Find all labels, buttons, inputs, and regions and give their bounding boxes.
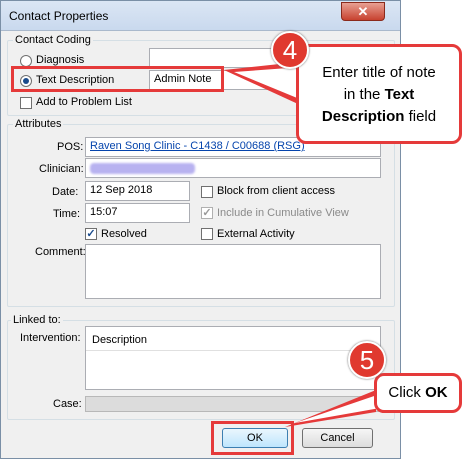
intervention-list[interactable]: Description xyxy=(85,326,381,390)
clinician-field[interactable] xyxy=(85,158,381,178)
block-client-access-checkbox[interactable] xyxy=(201,186,213,198)
callout-4-text-2: in the xyxy=(343,86,385,103)
attributes-label: Attributes xyxy=(13,118,64,130)
date-label: Date: xyxy=(52,186,79,198)
description-column-label: Description xyxy=(92,334,148,346)
text-description-highlight xyxy=(11,66,224,92)
ok-button-highlight xyxy=(211,421,294,455)
intervention-column-header[interactable]: Description xyxy=(86,327,380,351)
clinician-redacted xyxy=(90,163,195,174)
callout-5-box: Click OK xyxy=(374,373,462,413)
title-bar: Contact Properties ✕ xyxy=(1,1,400,31)
external-activity-label: External Activity xyxy=(217,228,295,240)
callout-4-number: 4 xyxy=(271,31,309,69)
resolved-label: Resolved xyxy=(101,228,147,240)
clinician-label: Clinician: xyxy=(39,163,84,175)
callout-4-bold-2: Description xyxy=(321,108,405,125)
pos-label: POS: xyxy=(57,141,84,153)
case-label: Case: xyxy=(53,398,82,410)
window-title: Contact Properties xyxy=(9,9,109,23)
add-to-problem-list-checkbox[interactable] xyxy=(20,97,32,109)
block-client-access-label: Block from client access xyxy=(217,185,335,197)
diagnosis-label: Diagnosis xyxy=(36,54,85,66)
callout-5-number: 5 xyxy=(348,341,386,379)
callout-5-text: Click xyxy=(388,384,426,401)
callout-4-line-3: Description field xyxy=(299,106,459,128)
comment-label: Comment: xyxy=(35,246,86,258)
comment-field[interactable] xyxy=(85,244,381,299)
linked-to-label: Linked to: xyxy=(11,314,63,326)
external-activity-checkbox[interactable] xyxy=(201,228,213,240)
close-button[interactable]: ✕ xyxy=(341,2,385,21)
resolved-checkbox[interactable]: ✓ xyxy=(85,228,97,240)
include-cumulative-view-label: Include in Cumulative View xyxy=(217,207,349,219)
pos-link[interactable]: Raven Song Clinic - C1438 / C00688 (RSG) xyxy=(90,140,305,152)
callout-4-bold-1: Text xyxy=(384,86,415,103)
contact-coding-label: Contact Coding xyxy=(13,34,93,46)
add-to-problem-list-label: Add to Problem List xyxy=(36,96,132,108)
callout-4-line-2: in the Text xyxy=(299,84,459,106)
callout-4-text-3: field xyxy=(404,108,437,125)
time-field[interactable]: 15:07 xyxy=(85,203,190,223)
callout-4-line-1: Enter title of note xyxy=(322,64,436,81)
cancel-button[interactable]: Cancel xyxy=(302,428,373,448)
case-field[interactable] xyxy=(85,396,381,412)
include-cumulative-view-checkbox: ✓ xyxy=(201,207,213,219)
time-label: Time: xyxy=(53,208,81,220)
callout-5-bold: OK xyxy=(425,384,448,401)
callout-4-box: Enter title of note in the Text Descript… xyxy=(296,44,462,144)
date-field[interactable]: 12 Sep 2018 xyxy=(85,181,190,201)
intervention-label: Intervention: xyxy=(20,332,81,344)
